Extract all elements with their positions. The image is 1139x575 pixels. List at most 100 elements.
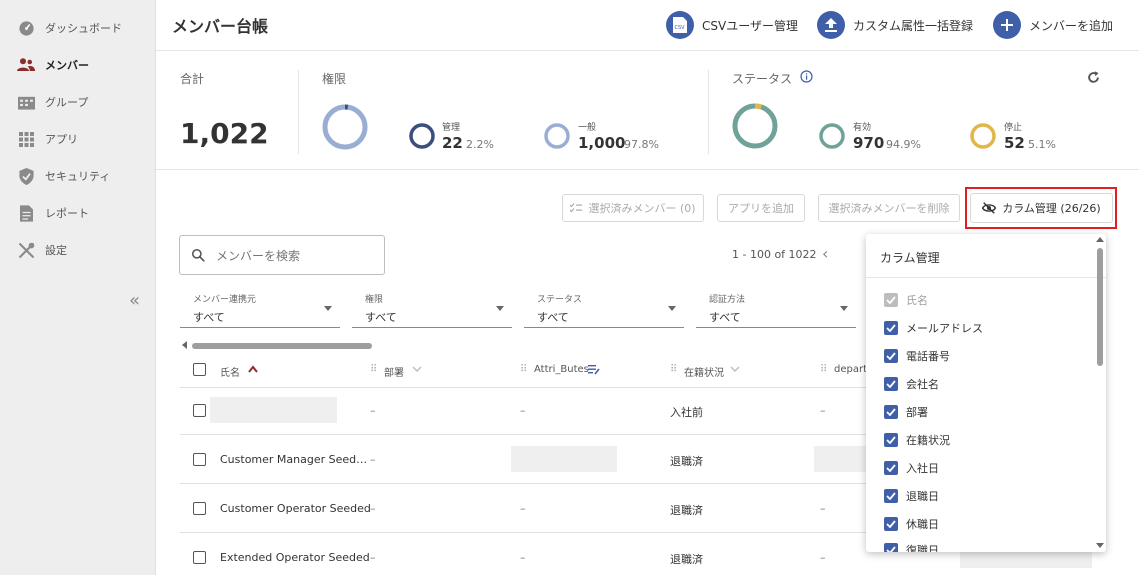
checkbox-checked-icon[interactable] [884, 377, 898, 391]
column-manage-panel: カラム管理 氏名 メールアドレス 電話番号 会社名 部署 在籍状況 入社日 退職… [866, 234, 1106, 552]
stopped-count: 52 [1004, 134, 1025, 152]
csv-user-manage-button[interactable]: CSV CSVユーザー管理 [666, 11, 798, 39]
redacted-cell [960, 552, 1092, 568]
select-all-checkbox[interactable] [193, 363, 206, 376]
total-count: 1,022 [180, 117, 269, 150]
sidebar-item-dashboard[interactable]: ダッシュボード [0, 9, 156, 46]
general-count: 1,000 [578, 134, 626, 152]
column-header-dept[interactable]: 部署 [384, 364, 404, 379]
refresh-icon[interactable] [1086, 70, 1101, 85]
admin-ring-icon [409, 123, 435, 149]
chevron-down-icon[interactable] [412, 366, 422, 373]
prev-page-button[interactable]: ‹ [822, 244, 828, 263]
column-toggle-name[interactable]: 氏名 [884, 290, 928, 310]
delete-selected-members-button[interactable]: 選択済みメンバーを削除 [818, 194, 960, 222]
sidebar-item-settings[interactable]: 設定 [0, 231, 156, 268]
drag-handle-icon[interactable]: ⠿ [370, 364, 377, 375]
sidebar-item-apps[interactable]: アプリ [0, 120, 156, 157]
row-checkbox[interactable] [193, 404, 206, 417]
collapse-sidebar-button[interactable]: « [129, 290, 140, 311]
bulk-custom-attr-button[interactable]: カスタム属性一括登録 [817, 11, 973, 39]
sidebar-item-security[interactable]: セキュリティ [0, 157, 156, 194]
column-toggle-email[interactable]: メールアドレス [884, 318, 983, 338]
scroll-left-icon[interactable] [182, 341, 187, 349]
add-member-button[interactable]: メンバーを追加 [993, 11, 1113, 39]
checkbox-checked-icon[interactable] [884, 405, 898, 419]
checkbox-checked-icon[interactable] [884, 543, 898, 552]
search-box[interactable] [179, 235, 385, 275]
status-label: ステータス [732, 72, 793, 86]
chevron-down-icon[interactable] [730, 366, 740, 373]
column-toggle-hire-date[interactable]: 入社日 [884, 458, 939, 478]
table-row[interactable]: Customer Operator Seeded – – 退職済 – [180, 485, 870, 533]
filter-member-source[interactable]: メンバー連携元 すべて [180, 288, 340, 328]
admin-label: 管理 [442, 123, 461, 133]
table-row[interactable]: – – 入社前 – [180, 387, 870, 435]
upload-icon [817, 11, 845, 39]
table-row[interactable]: Extended Operator Seeded – – 退職済 – [180, 534, 870, 575]
vertical-scrollbar[interactable] [1097, 248, 1103, 366]
divider [866, 277, 1106, 278]
search-input[interactable] [216, 246, 376, 266]
table-row[interactable]: Customer Manager Seed… – 退職済 [180, 436, 870, 484]
sidebar-item-members[interactable]: メンバー [0, 46, 156, 83]
general-ring-icon [544, 123, 570, 149]
pagination-range: 1 - 100 of 1022 [732, 248, 817, 261]
sidebar: ダッシュボード メンバー グループ アプリ セキュリティ レポート 設定 « [0, 0, 156, 575]
checkbox-checked-icon[interactable] [884, 321, 898, 335]
checkbox-checked-icon[interactable] [884, 489, 898, 503]
sidebar-item-reports[interactable]: レポート [0, 194, 156, 231]
column-toggle-leave-date[interactable]: 退職日 [884, 486, 939, 506]
checkbox-checked-icon[interactable] [884, 293, 898, 307]
column-manage-button[interactable]: カラム管理 (26/26) [970, 193, 1113, 223]
info-icon[interactable] [800, 70, 813, 83]
sidebar-item-label: レポート [45, 207, 89, 220]
scroll-up-icon[interactable] [1096, 237, 1104, 242]
caret-down-icon [324, 306, 332, 311]
svg-text:CSV: CSV [675, 25, 686, 31]
sidebar-item-groups[interactable]: グループ [0, 83, 156, 120]
admin-percent: 2.2% [466, 138, 494, 151]
checkbox-checked-icon[interactable] [884, 349, 898, 363]
filter-role[interactable]: 権限 すべて [352, 288, 512, 328]
column-toggle-return-date[interactable]: 復職日 [884, 540, 939, 552]
checkbox-checked-icon[interactable] [884, 517, 898, 531]
drag-handle-icon[interactable]: ⠿ [670, 364, 677, 375]
drag-handle-icon[interactable]: ⠿ [520, 364, 527, 375]
row-checkbox[interactable] [193, 453, 206, 466]
filter-status[interactable]: ステータス すべて [524, 288, 684, 328]
sort-asc-icon[interactable] [248, 365, 258, 373]
column-toggle-phone[interactable]: 電話番号 [884, 346, 950, 366]
filter-auth-method[interactable]: 認証方法 すべて [696, 288, 856, 328]
column-toggle-employment[interactable]: 在籍状況 [884, 430, 950, 450]
admin-count: 22 [442, 134, 463, 152]
stopped-ring-icon [970, 123, 996, 149]
column-header-employment[interactable]: 在籍状況 [684, 364, 724, 379]
sidebar-item-label: アプリ [45, 133, 78, 146]
add-app-button[interactable]: アプリを追加 [717, 194, 805, 222]
page-header: メンバー台帳 CSV CSVユーザー管理 カスタム属性一括登録 メンバーを追加 [156, 0, 1139, 51]
sidebar-item-label: セキュリティ [45, 170, 111, 183]
people-icon [17, 56, 35, 74]
horizontal-scrollbar[interactable] [192, 343, 372, 349]
role-label: 権限 [322, 72, 347, 86]
edit-list-icon[interactable] [588, 364, 600, 375]
column-header-name[interactable]: 氏名 [220, 364, 240, 379]
checkbox-checked-icon[interactable] [884, 461, 898, 475]
checklist-icon [570, 203, 583, 213]
column-toggle-company[interactable]: 会社名 [884, 374, 939, 394]
checkbox-checked-icon[interactable] [884, 433, 898, 447]
selected-members-button[interactable]: 選択済みメンバー (0) [562, 194, 704, 222]
drag-handle-icon[interactable]: ⠿ [820, 364, 827, 375]
column-toggle-dept[interactable]: 部署 [884, 402, 928, 422]
sidebar-item-label: ダッシュボード [45, 22, 122, 35]
status-donut-chart [732, 103, 778, 149]
grid-icon [17, 130, 35, 148]
scroll-down-icon[interactable] [1096, 543, 1104, 548]
divider [708, 70, 709, 154]
speedometer-icon [17, 19, 35, 37]
row-checkbox[interactable] [193, 551, 206, 564]
column-header-attr[interactable]: Attri_Butes [534, 364, 589, 375]
column-toggle-absence-date[interactable]: 休職日 [884, 514, 939, 534]
row-checkbox[interactable] [193, 502, 206, 515]
